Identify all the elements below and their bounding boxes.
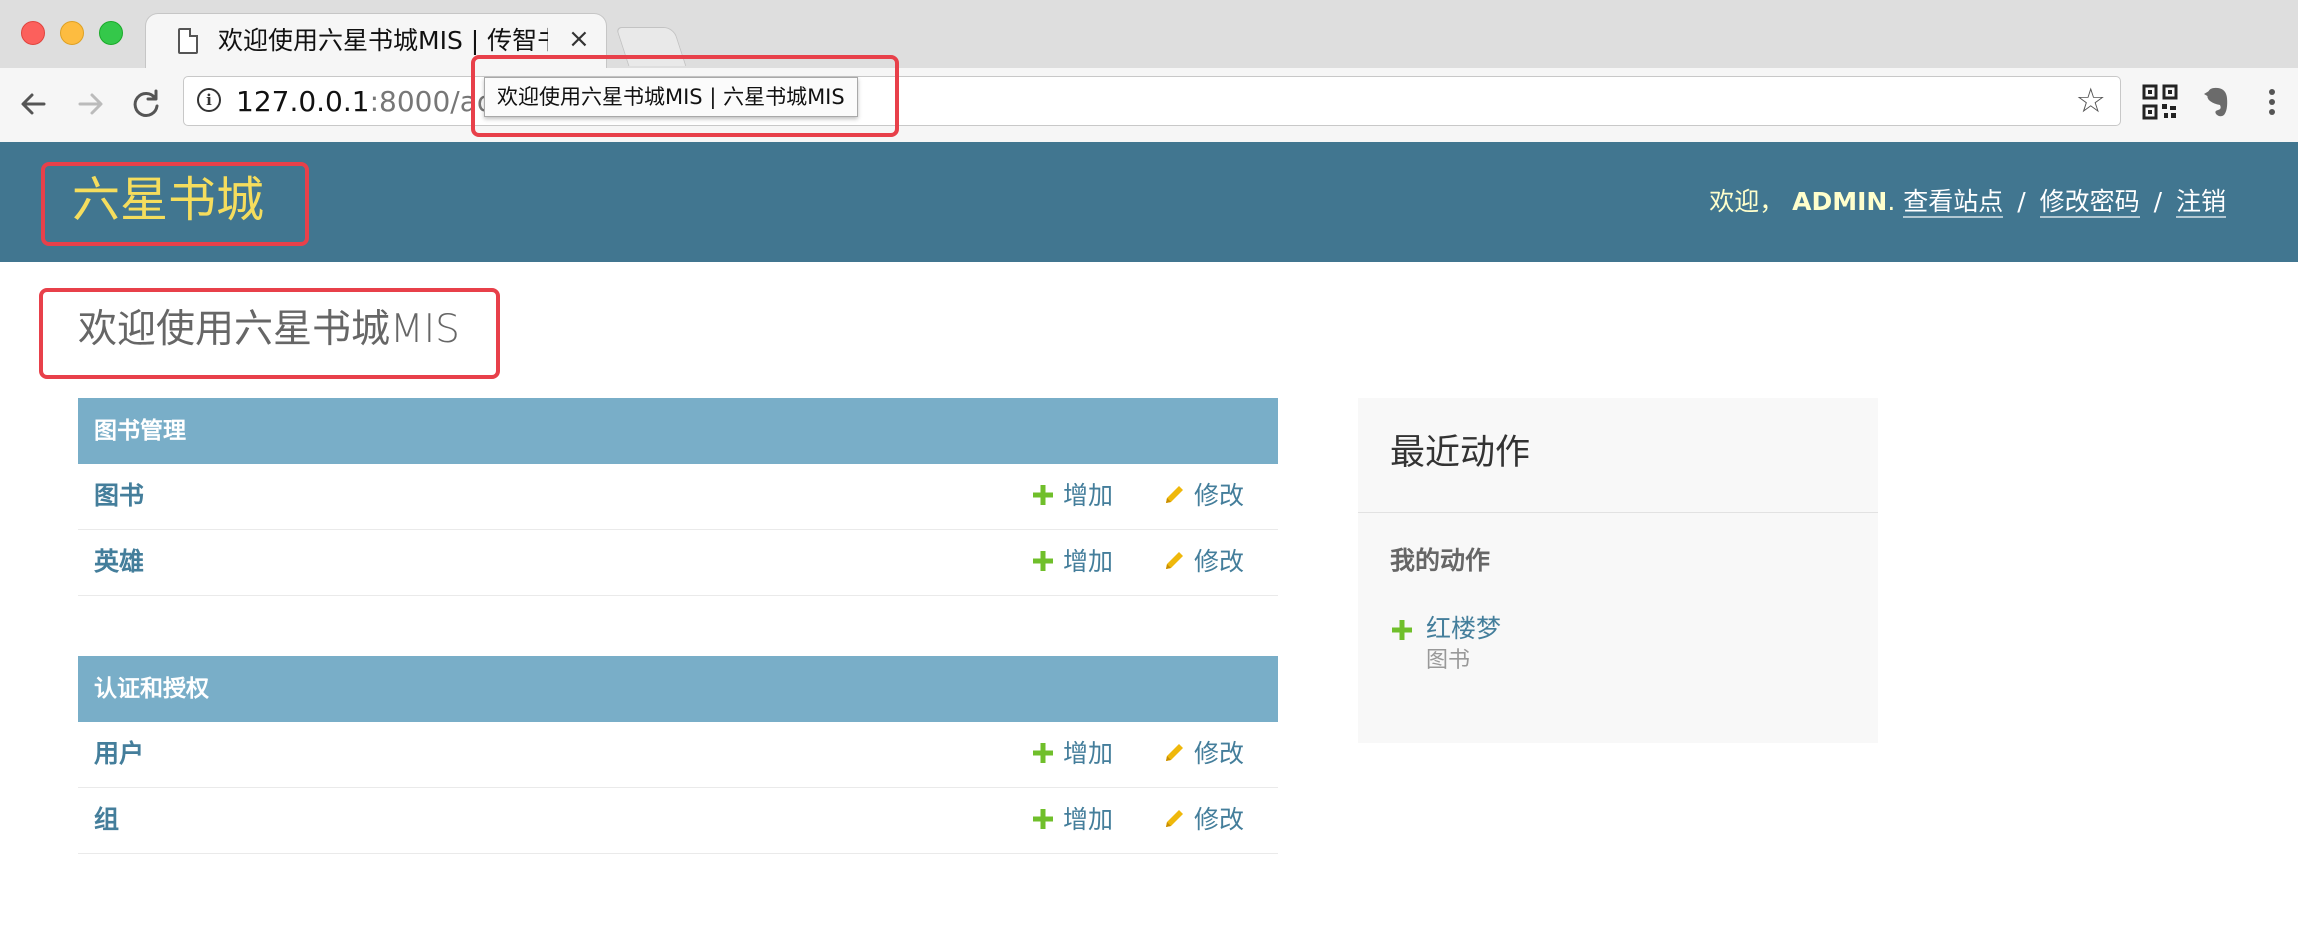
divider <box>1358 512 1878 513</box>
annotation-box-page-title <box>39 288 500 379</box>
back-icon[interactable] <box>14 84 54 124</box>
pencil-icon <box>1166 486 1183 503</box>
annotation-box-branding <box>41 162 309 246</box>
table-row: 图书 增加 修改 <box>78 464 1278 530</box>
module-auth: 认证和授权 用户 增加 修改 组 增加 修改 <box>78 656 1278 854</box>
reload-icon[interactable] <box>126 84 166 124</box>
add-icon <box>1033 809 1053 829</box>
forward-icon[interactable] <box>70 84 110 124</box>
table-row: 用户 增加 修改 <box>78 722 1278 788</box>
recent-actions-title: 最近动作 <box>1390 433 1531 473</box>
table-row: 组 增加 修改 <box>78 788 1278 854</box>
model-link-heroes[interactable]: 英雄 <box>94 545 144 579</box>
pencil-icon <box>1166 744 1183 761</box>
minimize-window-button[interactable] <box>60 21 84 45</box>
user-name: ADMIN <box>1792 187 1888 216</box>
change-button[interactable]: 修改 <box>1162 737 1244 771</box>
model-link-groups[interactable]: 组 <box>94 803 119 837</box>
user-suffix: . <box>1887 187 1896 216</box>
add-icon <box>1033 485 1053 505</box>
model-link-books[interactable]: 图书 <box>94 479 144 513</box>
pencil-icon <box>1166 810 1183 827</box>
welcome-text: 欢迎， <box>1709 187 1785 216</box>
tab-close-icon[interactable]: × <box>568 24 590 54</box>
tab-bar: 欢迎使用六星书城MIS | 传智书城 × <box>0 0 2298 68</box>
module-caption[interactable]: 认证和授权 <box>78 656 1278 722</box>
module-caption[interactable]: 图书管理 <box>78 398 1278 464</box>
browser-toolbar: i 127.0.0.1:8000/adm ☆ <box>0 68 2298 143</box>
change-button[interactable]: 修改 <box>1162 545 1244 579</box>
add-button[interactable]: 增加 <box>1031 479 1113 513</box>
module-books: 图书管理 图书 增加 修改 英雄 增加 修改 <box>78 398 1278 596</box>
annotation-box-tooltip <box>471 55 899 137</box>
admin-header: 六星书城 欢迎， ADMIN. 查看站点 / 修改密码 / 注销 <box>0 142 2298 262</box>
add-button[interactable]: 增加 <box>1031 737 1113 771</box>
page-icon <box>178 28 198 54</box>
view-site-link[interactable]: 查看站点 <box>1903 187 2004 218</box>
maximize-window-button[interactable] <box>99 21 123 45</box>
evernote-icon[interactable] <box>2198 84 2234 120</box>
add-button[interactable]: 增加 <box>1031 803 1113 837</box>
recent-actions-panel: 最近动作 我的动作 红楼梦 图书 <box>1358 398 1878 743</box>
addition-icon <box>1392 620 1412 640</box>
separator: / <box>2153 187 2163 216</box>
qr-code-icon[interactable] <box>2142 84 2178 120</box>
recent-action-link[interactable]: 红楼梦 <box>1426 612 1501 646</box>
close-window-button[interactable] <box>21 21 45 45</box>
add-icon <box>1033 551 1053 571</box>
change-button[interactable]: 修改 <box>1162 479 1244 513</box>
site-info-icon[interactable]: i <box>197 88 221 112</box>
user-tools: 欢迎， ADMIN. 查看站点 / 修改密码 / 注销 <box>1709 186 2226 218</box>
browser-window: 欢迎使用六星书城MIS | 传智书城 × i 127.0.0.1:8000/ad… <box>0 0 2298 930</box>
recent-action-type: 图书 <box>1426 648 1471 673</box>
change-password-link[interactable]: 修改密码 <box>2039 187 2140 218</box>
logout-link[interactable]: 注销 <box>2175 187 2226 218</box>
separator: / <box>2017 187 2026 216</box>
menu-dots-icon[interactable] <box>2254 84 2290 120</box>
model-link-users[interactable]: 用户 <box>94 737 144 771</box>
my-actions-title: 我的动作 <box>1390 546 1491 575</box>
add-button[interactable]: 增加 <box>1031 545 1113 579</box>
add-icon <box>1033 743 1053 763</box>
change-button[interactable]: 修改 <box>1162 803 1244 837</box>
table-row: 英雄 增加 修改 <box>78 530 1278 596</box>
bookmark-star-icon[interactable]: ☆ <box>2076 84 2106 118</box>
pencil-icon <box>1166 552 1183 569</box>
tab-title: 欢迎使用六星书城MIS | 传智书城 <box>218 26 548 55</box>
